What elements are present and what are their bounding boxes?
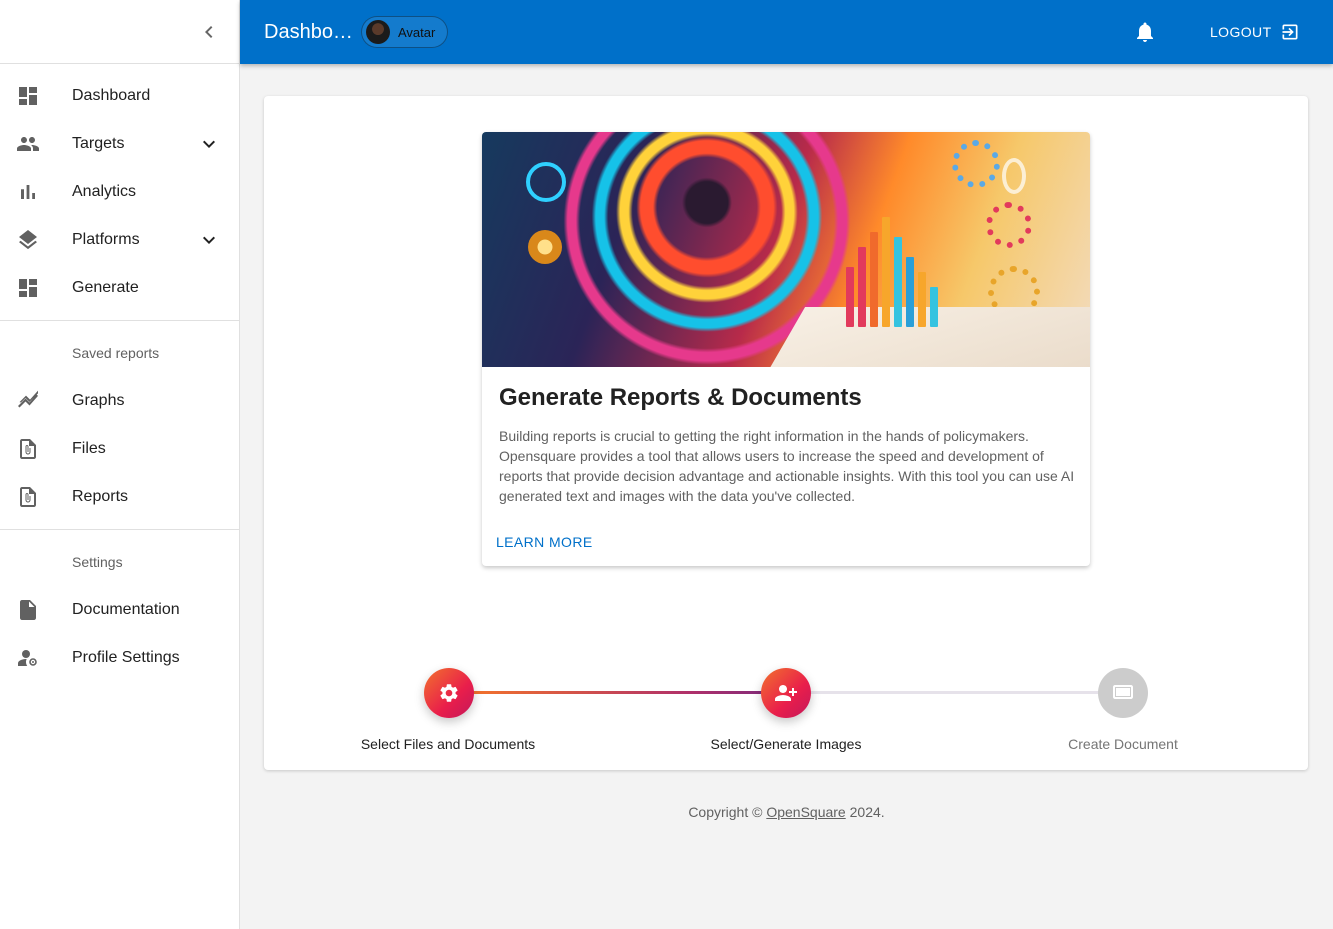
step-3-button[interactable] [1098, 668, 1148, 718]
sidebar-item-graphs[interactable]: Graphs [0, 377, 239, 425]
sidebar-item-documentation[interactable]: Documentation [0, 586, 239, 634]
dashboard-icon [16, 276, 40, 300]
attachment-file-icon [16, 437, 40, 461]
settings-header: Settings [72, 554, 123, 570]
sidebar: Dashboard Targets Analytics Platforms Ge… [0, 0, 240, 929]
sidebar-item-targets[interactable]: Targets [0, 120, 239, 168]
sidebar-item-label: Dashboard [72, 87, 151, 104]
step-connector [473, 691, 781, 694]
sidebar-item-label: Documentation [72, 601, 180, 618]
sidebar-item-label: Files [72, 440, 106, 457]
hero-image [482, 132, 1090, 367]
sidebar-item-label: Graphs [72, 392, 125, 409]
chevron-left-icon [205, 26, 213, 38]
attachment-file-icon [16, 485, 40, 509]
step-2-button[interactable] [761, 668, 811, 718]
step-2-label: Select/Generate Images [710, 736, 862, 752]
step-3-label: Create Document [1068, 736, 1178, 752]
people-icon [16, 132, 40, 156]
sidebar-item-label: Reports [72, 488, 129, 505]
manage-account-icon [16, 646, 40, 670]
sidebar-item-label: Targets [72, 135, 125, 152]
app-bar: Dashbo… Avatar LOGOUT [240, 0, 1333, 64]
sidebar-item-label: Analytics [72, 183, 137, 200]
sidebar-header [0, 0, 239, 64]
sidebar-item-files[interactable]: Files [0, 425, 239, 473]
card-description: Building reports is crucial to getting t… [499, 428, 1075, 504]
page-title: Dashbo… [264, 20, 353, 43]
chevron-down-icon[interactable] [197, 228, 221, 252]
avatar-label: Avatar [397, 24, 436, 40]
settings-nav: Settings Documentation Profile Settings [0, 530, 239, 690]
chevron-down-icon[interactable] [197, 132, 221, 156]
bell-icon [1137, 22, 1153, 42]
sidebar-item-platforms[interactable]: Platforms [0, 216, 239, 264]
main-panel: Generate Reports & Documents Building re… [264, 96, 1308, 770]
avatar-chip[interactable]: Avatar [360, 16, 449, 48]
saved-reports-nav: Saved reports Graphs Files Reports [0, 321, 239, 530]
sidebar-item-reports[interactable]: Reports [0, 473, 239, 521]
sidebar-item-profile-settings[interactable]: Profile Settings [0, 634, 239, 682]
main-nav: Dashboard Targets Analytics Platforms Ge… [0, 64, 239, 321]
stepper: Select Files and Documents Select/Genera… [264, 668, 1308, 758]
logout-icon [1282, 24, 1298, 40]
monitor-icon [1113, 685, 1133, 699]
collapse-sidebar-button[interactable] [197, 20, 221, 44]
step-1-button[interactable] [424, 668, 474, 718]
footer: Copyright © OpenSquare 2024. [240, 804, 1333, 820]
trend-icon [16, 389, 40, 413]
dashboard-icon [16, 84, 40, 108]
learn-more-button[interactable]: LEARN MORE [496, 534, 593, 550]
sidebar-item-dashboard[interactable]: Dashboard [0, 72, 239, 120]
opensquare-link[interactable]: OpenSquare [766, 804, 845, 820]
generate-reports-card: Generate Reports & Documents Building re… [482, 132, 1090, 566]
avatar [365, 20, 390, 44]
logout-label: LOGOUT [1210, 24, 1272, 40]
add-person-icon [775, 685, 797, 701]
notifications-button[interactable] [1133, 20, 1157, 44]
copyright-prefix: Copyright © [688, 804, 767, 820]
sidebar-item-label: Generate [72, 279, 139, 296]
sidebar-item-generate[interactable]: Generate [0, 264, 239, 312]
logout-button[interactable]: LOGOUT [1210, 16, 1300, 48]
copyright-suffix: 2024. [845, 804, 885, 820]
document-icon [16, 598, 40, 622]
step-1-label: Select Files and Documents [360, 736, 536, 752]
layers-icon [16, 228, 40, 252]
sidebar-item-label: Profile Settings [72, 649, 180, 666]
settings-gear-icon [440, 684, 458, 702]
saved-reports-header: Saved reports [72, 345, 160, 361]
step-connector [810, 691, 1118, 694]
card-title: Generate Reports & Documents [499, 384, 862, 411]
sidebar-item-label: Platforms [72, 231, 140, 248]
bar-chart-icon [16, 180, 40, 204]
sidebar-item-analytics[interactable]: Analytics [0, 168, 239, 216]
